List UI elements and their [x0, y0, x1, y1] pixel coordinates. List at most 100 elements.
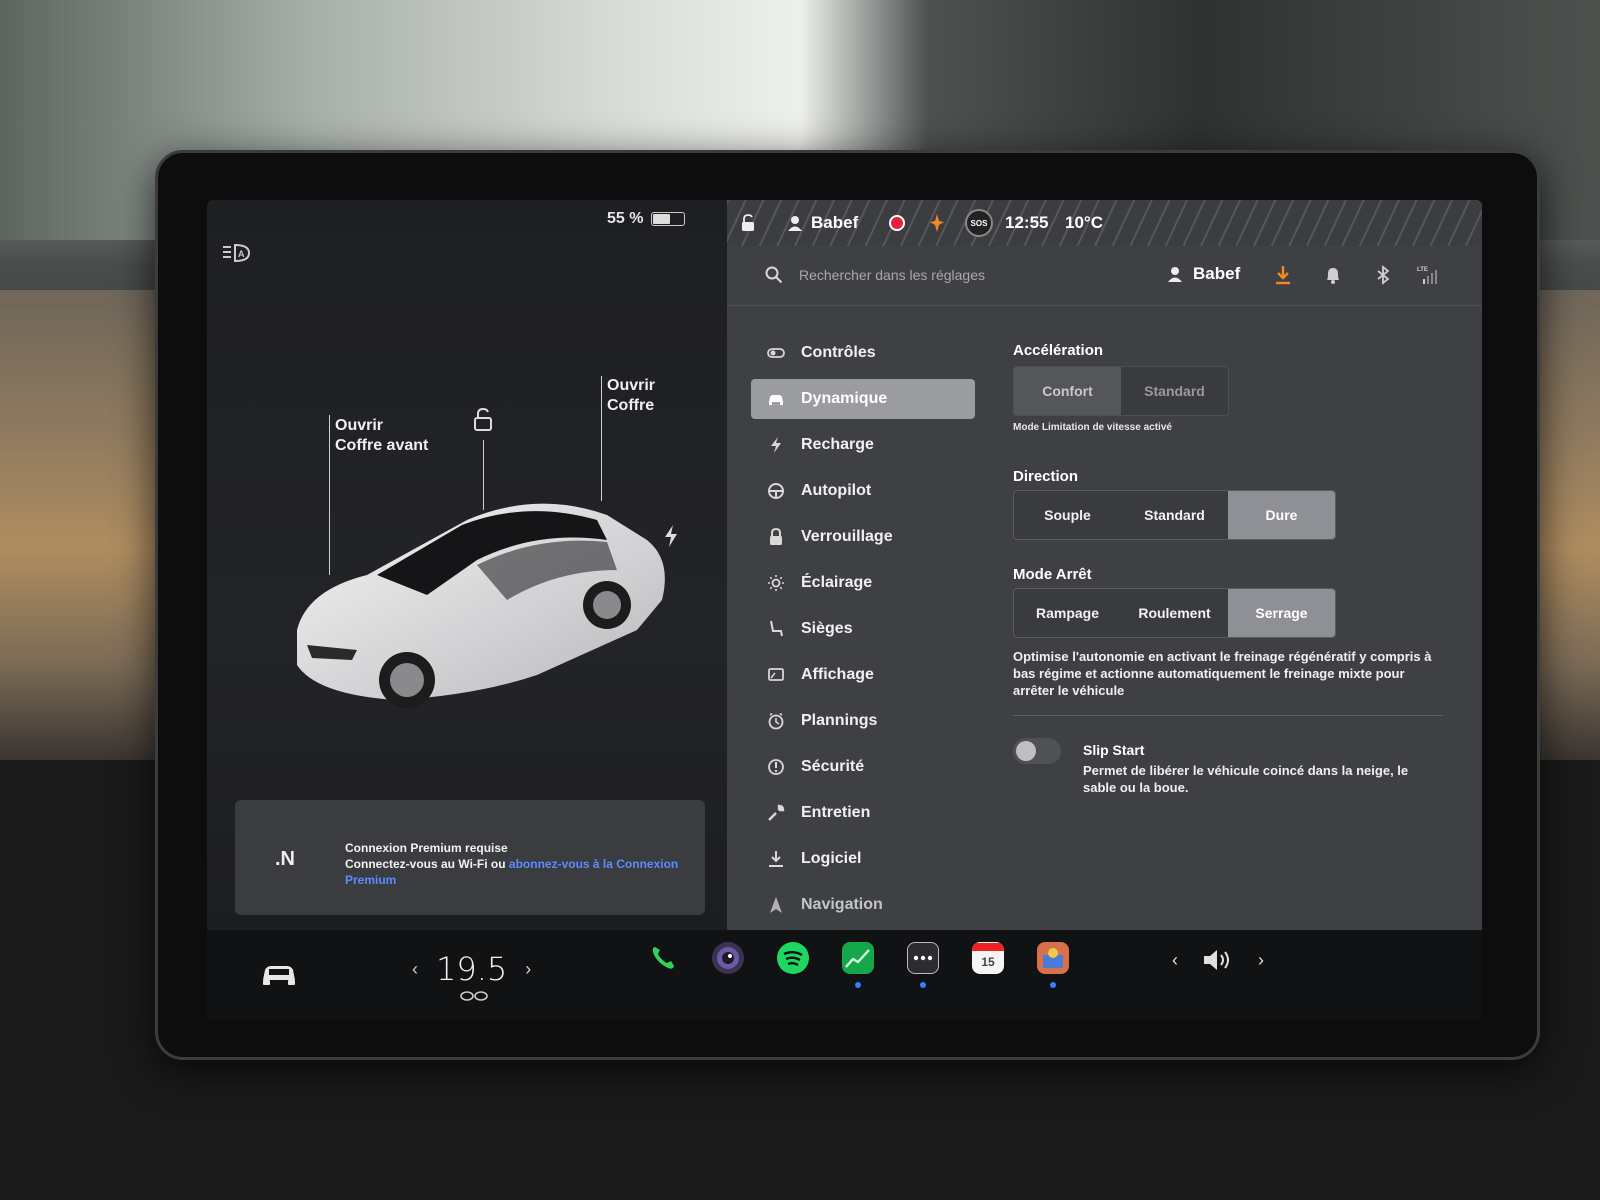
toggle-icon — [767, 348, 785, 358]
wrench-icon — [768, 804, 785, 821]
front-trunk-button[interactable]: Ouvrir Coffre avant — [335, 416, 428, 456]
svg-text:LTE: LTE — [1417, 267, 1428, 273]
camera-icon[interactable] — [712, 942, 744, 974]
battery-fill — [653, 214, 670, 224]
menu-label: Affichage — [801, 666, 874, 683]
menu-item-verrouillage[interactable]: Verrouillage — [751, 514, 975, 560]
sos-label: SOS — [970, 218, 988, 228]
battery-percent: 55 % — [607, 210, 644, 227]
bell-icon[interactable] — [1322, 264, 1344, 286]
stop-mode-option-roulement[interactable]: Roulement — [1121, 589, 1228, 637]
menu-label: Sécurité — [801, 758, 865, 775]
menu-item-autopilot[interactable]: Autopilot — [751, 468, 975, 514]
download-update-icon[interactable] — [1272, 264, 1294, 286]
info-circle-icon — [768, 759, 784, 775]
stocks-icon[interactable] — [842, 942, 874, 974]
acceleration-option-confort[interactable]: Confort — [1014, 367, 1121, 415]
profile-name: Babef — [1193, 264, 1241, 283]
more-icon[interactable] — [907, 942, 939, 974]
stocks-active-dot — [855, 982, 861, 988]
spotify-icon[interactable] — [777, 942, 809, 974]
front-trunk-label-1: Ouvrir — [335, 417, 384, 434]
menu-item-navigation[interactable]: Navigation — [751, 882, 975, 928]
temp-up-chevron-icon[interactable]: › — [525, 959, 531, 980]
cabin-temperature[interactable]: 19.5 — [436, 950, 507, 988]
charge-port-icon[interactable] — [664, 525, 678, 547]
settings-menu: Contrôles Dynamique Recharge Autopilot V… — [751, 330, 975, 928]
lock-status-icon[interactable] — [741, 214, 755, 232]
toybox-active-dot — [1050, 982, 1056, 988]
menu-item-recharge[interactable]: Recharge — [751, 422, 975, 468]
direction-option-standard[interactable]: Standard — [1121, 491, 1228, 539]
steering-wheel-icon — [768, 483, 784, 499]
direction-option-dure[interactable]: Dure — [1228, 491, 1335, 539]
car-image — [297, 503, 665, 708]
menu-item-affichage[interactable]: Affichage — [751, 652, 975, 698]
more-active-dot — [920, 982, 926, 988]
volume-up-chevron-icon[interactable]: › — [1258, 950, 1264, 971]
acceleration-selector: Confort Standard — [1013, 366, 1229, 416]
stop-mode-description: Optimise l'autonomie en activant le frei… — [1013, 649, 1432, 698]
acceleration-option-standard[interactable]: Standard — [1121, 367, 1228, 415]
sos-icon[interactable]: SOS — [965, 209, 993, 237]
toybox-icon[interactable] — [1037, 942, 1069, 974]
navigation-icon — [770, 897, 782, 913]
car-icon — [769, 395, 783, 405]
menu-item-eclairage[interactable]: Éclairage — [751, 560, 975, 606]
menu-label: Éclairage — [801, 574, 873, 591]
profile-status[interactable]: Babef — [787, 213, 858, 233]
slip-start-toggle[interactable] — [1013, 738, 1061, 764]
sun-icon — [768, 575, 784, 591]
speaker-icon[interactable] — [1202, 948, 1234, 972]
stop-mode-selector: Rampage Roulement Serrage — [1013, 588, 1336, 638]
lte-signal-icon[interactable]: LTE — [1417, 264, 1439, 286]
stop-mode-title: Mode Arrêt — [1013, 566, 1092, 583]
menu-item-dynamique[interactable]: Dynamique — [751, 379, 975, 419]
seat-heater-icon[interactable] — [459, 990, 489, 1002]
volume-down-chevron-icon[interactable]: ‹ — [1172, 950, 1178, 971]
profile-name: Babef — [811, 213, 859, 232]
profile-button[interactable]: Babef — [1167, 264, 1240, 284]
svg-text:A: A — [238, 249, 245, 259]
trunk-label-1: Ouvrir — [607, 377, 656, 394]
slip-start-description: Permet de libérer le véhicule coincé dan… — [1083, 763, 1409, 795]
menu-item-sieges[interactable]: Sièges — [751, 606, 975, 652]
premium-connectivity-card: .N Connexion Premium requise Connectez-v… — [235, 800, 705, 915]
search-bar: Babef LTE — [727, 246, 1482, 306]
calendar-icon[interactable]: 15 — [972, 942, 1004, 974]
settings-panel: Babef SOS 12:55 10°C Babef — [727, 200, 1482, 930]
stop-mode-option-serrage[interactable]: Serrage — [1228, 589, 1335, 637]
phone-icon[interactable] — [647, 942, 679, 974]
user-icon — [788, 216, 802, 231]
menu-label: Entretien — [801, 804, 871, 821]
direction-option-souple[interactable]: Souple — [1014, 491, 1121, 539]
bluetooth-icon[interactable] — [1372, 264, 1394, 286]
stop-mode-option-rampage[interactable]: Rampage — [1014, 589, 1121, 637]
temp-down-chevron-icon[interactable]: ‹ — [412, 959, 418, 980]
search-input[interactable] — [799, 263, 1119, 287]
car-menu-icon[interactable] — [259, 958, 299, 988]
touchscreen: 55 % A Ouvrir Coffre avant Ouvrir Coffre — [207, 200, 1482, 1020]
menu-label: Dynamique — [801, 390, 888, 407]
search-icon — [765, 266, 783, 284]
cabin-temperature-control: ‹ 19.5 › — [412, 950, 531, 988]
car-panel: 55 % A Ouvrir Coffre avant Ouvrir Coffre — [207, 200, 727, 930]
menu-label: Autopilot — [801, 482, 872, 499]
auto-headlight-icon[interactable]: A — [221, 242, 251, 264]
sentry-icon[interactable] — [929, 213, 945, 233]
bolt-icon — [771, 437, 781, 453]
direction-title: Direction — [1013, 468, 1079, 485]
premium-title: Connexion Premium requise — [345, 841, 508, 855]
dashcam-record-icon[interactable] — [889, 215, 905, 231]
menu-item-entretien[interactable]: Entretien — [751, 790, 975, 836]
trunk-label-2: Coffre — [607, 397, 655, 414]
trunk-button[interactable]: Ouvrir Coffre — [607, 376, 655, 416]
menu-item-securite[interactable]: Sécurité — [751, 744, 975, 790]
menu-item-controles[interactable]: Contrôles — [751, 330, 975, 376]
lock-icon — [770, 528, 782, 545]
menu-item-logiciel[interactable]: Logiciel — [751, 836, 975, 882]
unlock-icon[interactable] — [472, 408, 494, 432]
slip-start-title: Slip Start — [1083, 742, 1145, 758]
menu-label: Contrôles — [801, 344, 876, 361]
menu-item-plannings[interactable]: Plannings — [751, 698, 975, 744]
